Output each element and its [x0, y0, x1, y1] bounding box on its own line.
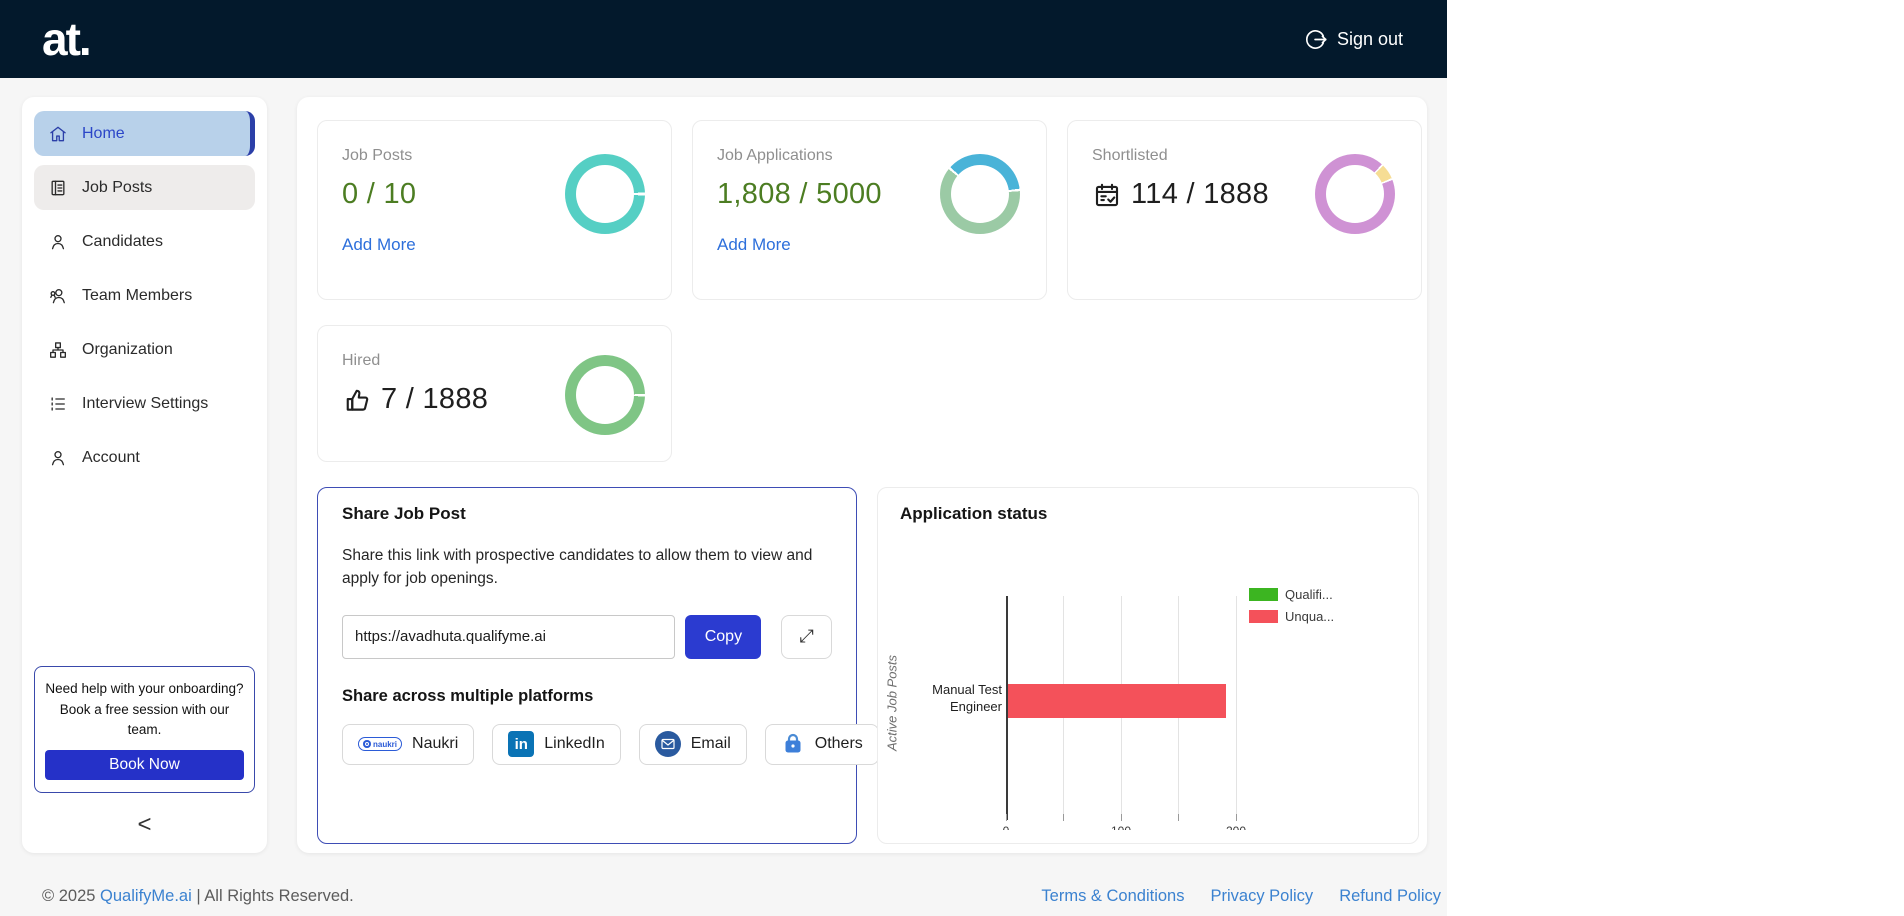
share-link-input[interactable] — [342, 614, 676, 659]
others-icon — [781, 732, 805, 756]
candidates-icon — [51, 234, 65, 249]
sidebar-item-home[interactable]: Home — [34, 111, 255, 156]
privacy-policy-link[interactable]: Privacy Policy — [1210, 887, 1313, 906]
share-linkedin-button[interactable]: in LinkedIn — [492, 723, 621, 765]
brand-logo: at. — [42, 13, 92, 65]
sidebar-item-label: Interview Settings — [82, 394, 209, 412]
hired-donut-chart — [565, 355, 645, 435]
stat-value: 114 / 1888 — [1131, 178, 1269, 210]
app-window: at. Sign out Home Job Posts Candidates T… — [0, 0, 1447, 916]
unqualified-swatch — [1249, 610, 1278, 623]
sidebar-item-label: Job Posts — [82, 178, 153, 196]
calendar-check-icon — [1095, 183, 1119, 206]
sidebar-item-label: Team Members — [82, 286, 193, 304]
terms-conditions-link[interactable]: Terms & Conditions — [1041, 887, 1184, 906]
copy-button[interactable]: Copy — [685, 614, 762, 659]
add-more-link[interactable]: Add More — [717, 235, 791, 255]
sidebar-item-label: Organization — [82, 340, 173, 358]
organization-icon — [50, 341, 66, 358]
x-tick-mark — [1236, 814, 1237, 821]
x-tick-mark — [1121, 814, 1122, 821]
linkedin-icon: in — [508, 731, 535, 757]
legend-item-qualified[interactable]: Qualifi... — [1249, 587, 1334, 602]
stat-card-job-posts: Job Posts 0 / 10 Add More — [317, 120, 672, 300]
application-status-card: Application status Manual Test Engineer — [877, 487, 1419, 844]
x-tick-label: 200 — [1226, 824, 1246, 830]
share-others-button[interactable]: Others — [764, 723, 879, 765]
email-icon — [654, 731, 681, 757]
y-axis-label: Active Job Posts — [884, 654, 900, 752]
x-tick-mark — [1006, 814, 1007, 821]
gridline — [1236, 596, 1237, 814]
onboarding-help-text: Need help with your onboarding? Book a f… — [45, 681, 244, 737]
sidebar: Home Job Posts Candidates Team Members O… — [22, 97, 267, 853]
sign-out-button[interactable]: Sign out — [1304, 28, 1403, 51]
x-tick-labels: 0 100 200 — [878, 824, 1418, 830]
stat-card-hired: Hired 7 / 1888 — [317, 325, 672, 462]
book-now-button[interactable]: Book Now — [45, 750, 244, 780]
platform-buttons-row: naukri Naukri in LinkedIn Email Others — [342, 723, 879, 765]
team-members-icon — [50, 288, 65, 303]
qualifyme-brand-link[interactable]: QualifyMe.ai — [100, 887, 192, 905]
top-bar: at. Sign out — [0, 0, 1447, 78]
x-tick-mark — [1063, 814, 1064, 821]
onboarding-help-box: Need help with your onboarding? Book a f… — [34, 666, 255, 793]
copyright-text: © 2025 QualifyMe.ai | All Rights Reserve… — [42, 886, 354, 905]
legend-label: Unqua... — [1285, 609, 1335, 624]
sidebar-item-interview-settings[interactable]: Interview Settings — [34, 381, 255, 426]
chart-legend: Qualifi... Unqua... — [1249, 587, 1334, 624]
sidebar-item-label: Account — [82, 448, 140, 466]
thumbs-up-icon — [346, 389, 369, 411]
platform-label: Naukri — [412, 735, 459, 752]
naukri-dot-icon — [363, 740, 371, 748]
share-job-post-card: Share Job Post Share this link with pros… — [317, 487, 879, 844]
naukri-icon: naukri — [358, 737, 403, 751]
sign-out-label: Sign out — [1336, 28, 1403, 49]
add-more-link[interactable]: Add More — [342, 235, 416, 255]
main-panel: Job Posts 0 / 10 Add More Job Applicatio… — [297, 97, 1427, 853]
category-label: Manual Test Engineer — [932, 682, 1002, 714]
legend-item-unqualified[interactable]: Unqua... — [1249, 609, 1334, 624]
share-card-title: Share Job Post — [342, 504, 466, 523]
platform-label: Others — [814, 735, 863, 752]
qualified-swatch — [1249, 588, 1278, 601]
platform-label: Email — [690, 735, 731, 752]
shortlisted-donut-chart — [1315, 154, 1395, 234]
job-applications-donut-chart — [940, 154, 1020, 234]
share-naukri-button[interactable]: naukri Naukri — [342, 723, 475, 765]
job-posts-donut-chart — [565, 154, 645, 234]
refund-policy-link[interactable]: Refund Policy — [1339, 887, 1441, 906]
sidebar-item-label: Home — [82, 124, 125, 142]
sidebar-item-candidates[interactable]: Candidates — [34, 219, 255, 264]
sign-out-icon — [1304, 28, 1327, 51]
sidebar-item-team-members[interactable]: Team Members — [34, 273, 255, 318]
unqualified-bar[interactable] — [1007, 684, 1226, 718]
stat-card-job-applications: Job Applications 1,808 / 5000 Add More — [692, 120, 1047, 300]
sidebar-item-organization[interactable]: Organization — [34, 327, 255, 372]
x-tick-label: 100 — [1111, 824, 1131, 830]
x-tick-label: 0 — [1003, 824, 1010, 830]
platform-label: LinkedIn — [544, 735, 605, 752]
share-platforms-subtitle: Share across multiple platforms — [342, 686, 594, 705]
share-card-description: Share this link with prospective candida… — [342, 547, 813, 588]
sidebar-collapse-button[interactable]: < — [137, 813, 151, 837]
sidebar-item-account[interactable]: Account — [34, 435, 255, 480]
legend-label: Qualifi... — [1285, 587, 1333, 602]
stat-value: 1,808 / 5000 — [717, 178, 882, 210]
sidebar-item-label: Candidates — [82, 232, 163, 250]
job-posts-icon — [51, 180, 65, 195]
share-email-button[interactable]: Email — [638, 723, 747, 765]
stat-value: 7 / 1888 — [381, 383, 489, 415]
x-tick-mark — [1178, 814, 1179, 821]
footer: © 2025 QualifyMe.ai | All Rights Reserve… — [0, 876, 1447, 916]
sidebar-item-job-posts[interactable]: Job Posts — [34, 165, 255, 210]
expand-icon[interactable]: ⤢ — [781, 614, 832, 659]
account-icon — [51, 450, 65, 465]
interview-settings-icon — [51, 396, 65, 411]
footer-links: Terms & Conditions Privacy Policy Refund… — [1041, 887, 1441, 906]
stat-card-shortlisted: Shortlisted 114 / 1888 — [1067, 120, 1422, 300]
stat-value: 0 / 10 — [342, 178, 417, 210]
home-icon — [50, 126, 66, 141]
application-status-chart: Manual Test Engineer Active Job Posts 0 … — [878, 488, 1418, 843]
